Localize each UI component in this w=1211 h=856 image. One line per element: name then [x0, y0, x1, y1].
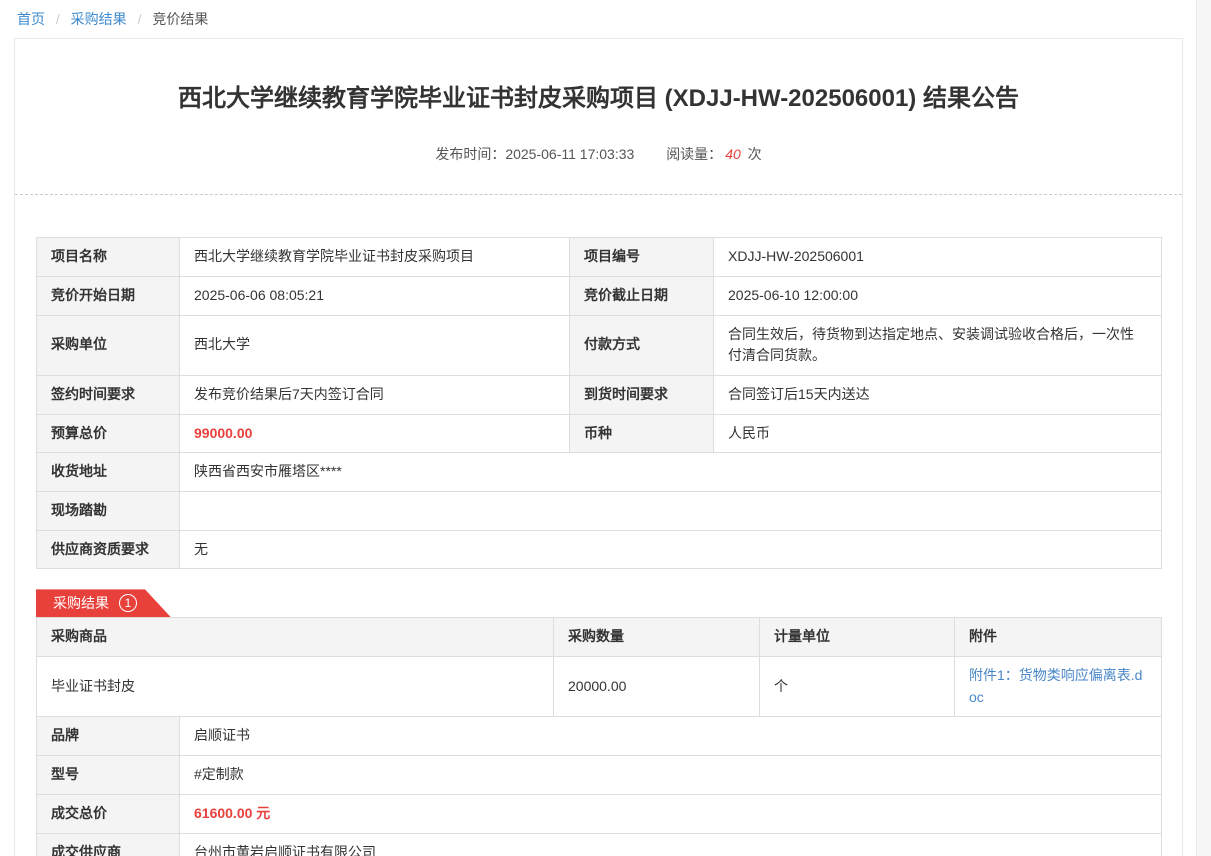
result-detail-table: 品牌 启顺证书 型号 #定制款 成交总价 61600.00 元 成交供应商 台州…	[36, 716, 1162, 856]
field-value: 2025-06-06 08:05:21	[180, 276, 570, 315]
table-row: 签约时间要求 发布竞价结果后7天内签订合同 到货时间要求 合同签订后15天内送达	[37, 375, 1162, 414]
product-unit: 个	[760, 657, 955, 717]
field-label: 竞价截止日期	[570, 276, 714, 315]
scrollbar-track[interactable]	[1196, 0, 1211, 856]
result-section-header: 采购结果 1	[36, 589, 1162, 617]
breadcrumb-separator: /	[138, 11, 142, 27]
table-row: 收货地址 陕西省西安市雁塔区****	[37, 453, 1162, 492]
field-label: 收货地址	[37, 453, 180, 492]
table-row: 毕业证书封皮 20000.00 个 附件1：货物类响应偏离表.doc	[37, 657, 1162, 717]
attachment-link[interactable]: 附件1：货物类响应偏离表.doc	[969, 667, 1142, 705]
breadcrumb-section-link[interactable]: 采购结果	[71, 11, 127, 27]
field-value	[180, 492, 1162, 531]
result-badge-label: 采购结果	[53, 593, 109, 613]
announcement-content: 项目名称 西北大学继续教育学院毕业证书封皮采购项目 项目编号 XDJJ-HW-2…	[15, 195, 1182, 856]
field-label: 成交供应商	[37, 833, 180, 856]
column-header: 采购商品	[37, 618, 554, 657]
field-value: 台州市黄岩启顺证书有限公司	[180, 833, 1162, 856]
table-row: 现场踏勘	[37, 492, 1162, 531]
field-value: 发布竞价结果后7天内签订合同	[180, 375, 570, 414]
field-value: 西北大学继续教育学院毕业证书封皮采购项目	[180, 238, 570, 277]
field-label: 项目名称	[37, 238, 180, 277]
table-row: 采购单位 西北大学 付款方式 合同生效后，待货物到达指定地点、安装调试验收合格后…	[37, 315, 1162, 375]
project-info-table: 项目名称 西北大学继续教育学院毕业证书封皮采购项目 项目编号 XDJJ-HW-2…	[36, 237, 1162, 569]
product-quantity: 20000.00	[554, 657, 760, 717]
field-label: 现场踏勘	[37, 492, 180, 531]
views-label: 阅读量：	[666, 146, 722, 162]
column-header: 采购数量	[554, 618, 760, 657]
views-count: 40	[725, 146, 741, 162]
field-label: 币种	[570, 414, 714, 453]
field-value: 启顺证书	[180, 717, 1162, 756]
table-row: 供应商资质要求 无	[37, 530, 1162, 569]
result-badge-ribbon: 采购结果 1	[36, 589, 171, 617]
field-value: 无	[180, 530, 1162, 569]
table-row: 项目名称 西北大学继续教育学院毕业证书封皮采购项目 项目编号 XDJJ-HW-2…	[37, 238, 1162, 277]
publish-time-label: 发布时间：	[435, 146, 505, 162]
title-block: 西北大学继续教育学院毕业证书封皮采购项目 (XDJJ-HW-202506001)…	[15, 39, 1182, 195]
breadcrumb-current: 竞价结果	[152, 11, 208, 27]
budget-total-value: 99000.00	[180, 414, 570, 453]
field-label: 供应商资质要求	[37, 530, 180, 569]
meta-line: 发布时间：2025-06-11 17:03:33 阅读量：40 次	[55, 144, 1142, 164]
field-label: 采购单位	[37, 315, 180, 375]
field-value: 人民币	[714, 414, 1162, 453]
field-label: 品牌	[37, 717, 180, 756]
field-label: 竞价开始日期	[37, 276, 180, 315]
result-item-table: 采购商品 采购数量 计量单位 附件 毕业证书封皮 20000.00 个 附件1：…	[36, 617, 1162, 717]
table-row: 品牌 启顺证书	[37, 717, 1162, 756]
table-header-row: 采购商品 采购数量 计量单位 附件	[37, 618, 1162, 657]
field-value: #定制款	[180, 756, 1162, 795]
field-value: 合同生效后，待货物到达指定地点、安装调试验收合格后，一次性付清合同货款。	[714, 315, 1162, 375]
publish-time-value: 2025-06-11 17:03:33	[505, 146, 634, 162]
field-label: 成交总价	[37, 794, 180, 833]
announcement-card: 西北大学继续教育学院毕业证书封皮采购项目 (XDJJ-HW-202506001)…	[14, 38, 1183, 856]
column-header: 计量单位	[760, 618, 955, 657]
product-name: 毕业证书封皮	[37, 657, 554, 717]
field-label: 到货时间要求	[570, 375, 714, 414]
field-label: 预算总价	[37, 414, 180, 453]
breadcrumb-home-link[interactable]: 首页	[17, 11, 45, 27]
field-value: 陕西省西安市雁塔区****	[180, 453, 1162, 492]
breadcrumb: 首页 / 采购结果 / 竞价结果	[0, 0, 1211, 38]
views-unit: 次	[748, 146, 762, 162]
page-title: 西北大学继续教育学院毕业证书封皮采购项目 (XDJJ-HW-202506001)…	[55, 83, 1142, 114]
table-row: 成交总价 61600.00 元	[37, 794, 1162, 833]
field-value: 西北大学	[180, 315, 570, 375]
field-label: 型号	[37, 756, 180, 795]
field-value: XDJJ-HW-202506001	[714, 238, 1162, 277]
field-value: 合同签订后15天内送达	[714, 375, 1162, 414]
field-value: 2025-06-10 12:00:00	[714, 276, 1162, 315]
deal-total-price: 61600.00 元	[180, 794, 1162, 833]
field-label: 项目编号	[570, 238, 714, 277]
breadcrumb-separator: /	[56, 11, 60, 27]
result-count-badge: 1	[119, 594, 137, 612]
table-row: 预算总价 99000.00 币种 人民币	[37, 414, 1162, 453]
table-row: 型号 #定制款	[37, 756, 1162, 795]
field-label: 签约时间要求	[37, 375, 180, 414]
column-header: 附件	[955, 618, 1162, 657]
field-label: 付款方式	[570, 315, 714, 375]
table-row: 竞价开始日期 2025-06-06 08:05:21 竞价截止日期 2025-0…	[37, 276, 1162, 315]
table-row: 成交供应商 台州市黄岩启顺证书有限公司	[37, 833, 1162, 856]
